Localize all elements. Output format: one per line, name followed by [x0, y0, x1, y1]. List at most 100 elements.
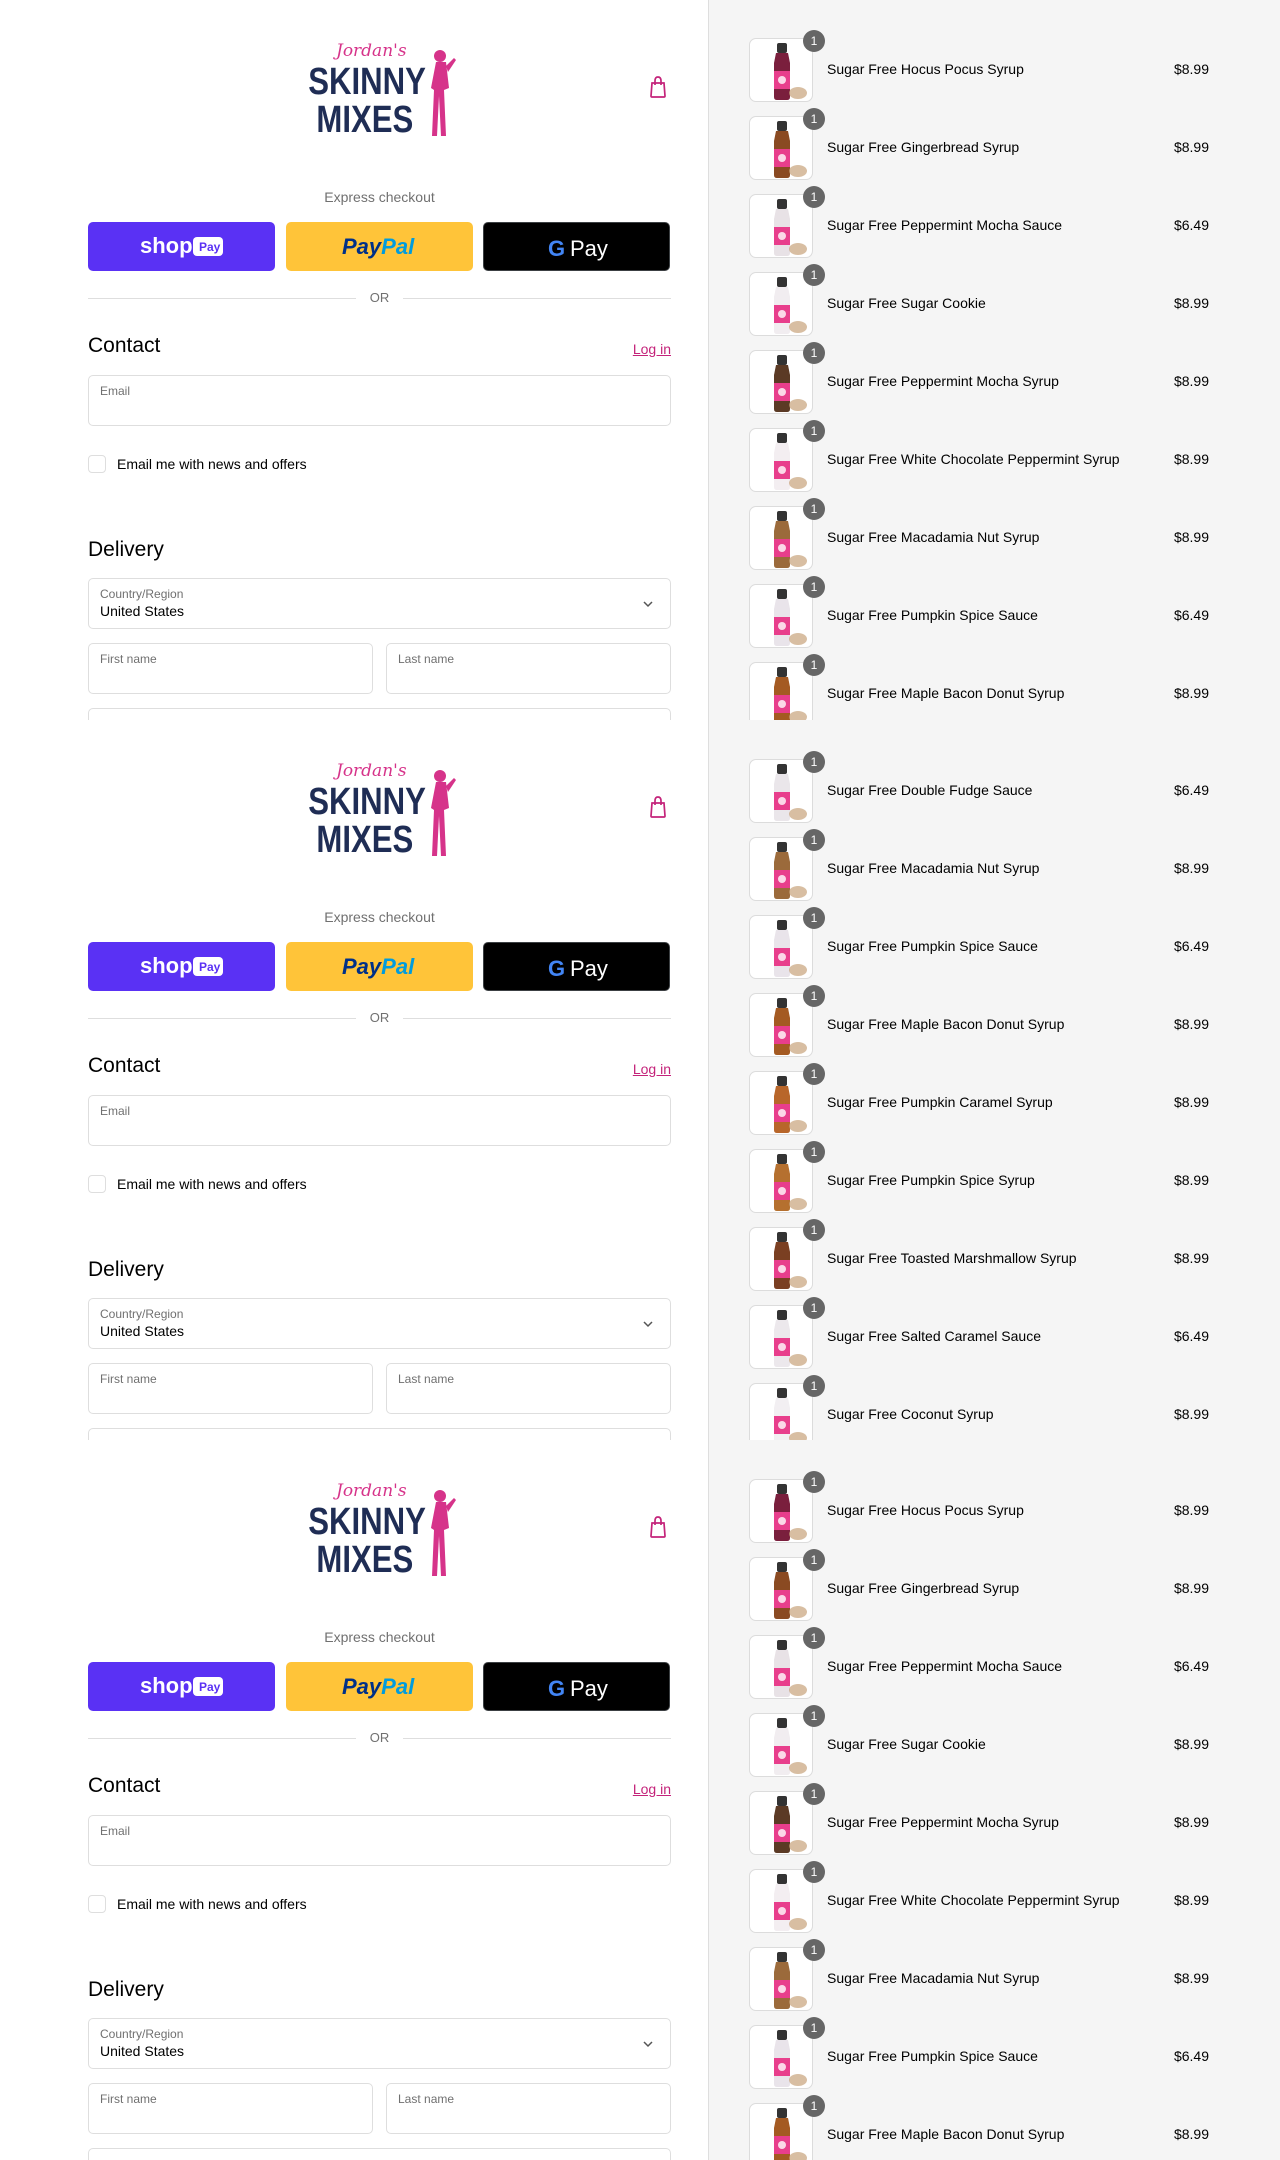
order-summary: 1 Sugar Free Hocus Pocus Syrup $8.99 1 S…	[708, 1440, 1280, 2160]
chevron-down-icon	[643, 2041, 653, 2048]
last-name-field[interactable]: Last name	[386, 1363, 671, 1414]
login-link[interactable]: Log in	[620, 341, 671, 357]
order-line-item: 1 Sugar Free Coconut Syrup $8.99	[749, 1375, 1209, 1440]
login-link[interactable]: Log in	[620, 1781, 671, 1797]
syrup-bottle-icon	[774, 121, 807, 178]
svg-text:G: G	[548, 1676, 565, 1701]
product-name: Sugar Free Toasted Marshmallow Syrup	[827, 1250, 1077, 1266]
svg-text:Pay: Pay	[570, 236, 608, 261]
country-select[interactable]: Country/Region United States	[88, 2018, 671, 2069]
syrup-bottle-icon	[774, 1640, 807, 1697]
first-name-field[interactable]: First name	[88, 2083, 373, 2134]
address-field[interactable]	[88, 1428, 671, 1440]
svg-text:Jordan's: Jordan's	[333, 1481, 407, 1501]
quantity-badge: 1	[803, 829, 825, 851]
product-price: $8.99	[1173, 1970, 1209, 1986]
svg-text:SKINNY: SKINNY	[308, 1501, 426, 1543]
newsletter-checkbox[interactable]	[88, 1175, 106, 1193]
syrup-bottle-icon	[774, 1718, 807, 1775]
newsletter-checkbox[interactable]	[88, 1895, 106, 1913]
svg-text:shop: shop	[140, 1673, 193, 1698]
order-line-item: 1 Sugar Free Maple Bacon Donut Syrup $8.…	[749, 985, 1209, 1063]
syrup-bottle-icon	[774, 1310, 807, 1367]
product-price: $6.49	[1173, 782, 1209, 798]
or-divider-label: OR	[369, 1010, 390, 1025]
product-thumbnail	[749, 1869, 813, 1933]
order-line-item: 1 Sugar Free Maple Bacon Donut Syrup $8.…	[749, 654, 1209, 720]
quantity-badge: 1	[803, 2017, 825, 2039]
skinny-mixes-logo[interactable]: Jordan's SKINNY MIXES	[300, 1476, 460, 1581]
country-select[interactable]: Country/Region United States	[88, 1298, 671, 1349]
order-line-item: 1 Sugar Free White Chocolate Peppermint …	[749, 1861, 1209, 1939]
svg-text:Pay: Pay	[570, 956, 608, 981]
shop-pay-button[interactable]: shop Pay	[88, 942, 275, 991]
last-name-label: Last name	[398, 652, 455, 666]
product-name: Sugar Free Maple Bacon Donut Syrup	[827, 1016, 1065, 1032]
svg-text:MIXES: MIXES	[316, 819, 413, 861]
syrup-bottle-icon	[774, 842, 807, 899]
syrup-bottle-icon	[774, 2030, 807, 2087]
product-name: Sugar Free Sugar Cookie	[827, 295, 986, 311]
product-thumbnail	[749, 2103, 813, 2160]
product-price: $6.49	[1173, 938, 1209, 954]
order-line-item: 1 Sugar Free Peppermint Mocha Sauce $6.4…	[749, 1627, 1209, 1705]
syrup-bottle-icon	[774, 920, 807, 977]
newsletter-option[interactable]: Email me with news and offers	[88, 1174, 488, 1194]
paypal-button[interactable]: PayPal	[286, 222, 473, 271]
checkout-screen-segment: Jordan's SKINNY MIXES Express checkout s…	[0, 720, 1280, 1440]
syrup-bottle-icon	[774, 667, 807, 720]
cart-bag-icon[interactable]	[648, 75, 668, 99]
first-name-field[interactable]: First name	[88, 643, 373, 694]
product-thumbnail	[749, 1947, 813, 2011]
paypal-button[interactable]: PayPal	[286, 942, 473, 991]
last-name-field[interactable]: Last name	[386, 2083, 671, 2134]
product-price: $6.49	[1173, 1328, 1209, 1344]
order-line-item: 1 Sugar Free Hocus Pocus Syrup $8.99	[749, 1471, 1209, 1549]
last-name-field[interactable]: Last name	[386, 643, 671, 694]
skinny-mixes-logo[interactable]: Jordan's SKINNY MIXES	[300, 756, 460, 861]
product-thumbnail	[749, 1383, 813, 1440]
newsletter-option[interactable]: Email me with news and offers	[88, 454, 488, 474]
google-pay-button[interactable]: G Pay	[483, 222, 670, 271]
product-price: $8.99	[1173, 1580, 1209, 1596]
product-thumbnail	[749, 1479, 813, 1543]
first-name-field[interactable]: First name	[88, 1363, 373, 1414]
svg-text:shop: shop	[140, 233, 193, 258]
address-field[interactable]	[88, 2148, 671, 2160]
product-thumbnail	[749, 428, 813, 492]
country-select[interactable]: Country/Region United States	[88, 578, 671, 629]
google-pay-button[interactable]: G Pay	[483, 942, 670, 991]
product-thumbnail	[749, 662, 813, 720]
order-line-item: 1 Sugar Free Gingerbread Syrup $8.99	[749, 1549, 1209, 1627]
google-pay-button[interactable]: G Pay	[483, 1662, 670, 1711]
skinny-mixes-logo[interactable]: Jordan's SKINNY MIXES	[300, 36, 460, 141]
address-field[interactable]	[88, 708, 671, 720]
order-line-item: 1 Sugar Free Pumpkin Spice Sauce $6.49	[749, 2017, 1209, 2095]
svg-text:G: G	[548, 956, 565, 981]
shop-pay-button[interactable]: shop Pay	[88, 1662, 275, 1711]
product-thumbnail	[749, 1557, 813, 1621]
product-price: $8.99	[1173, 451, 1209, 467]
syrup-bottle-icon	[774, 43, 807, 100]
login-link[interactable]: Log in	[620, 1061, 671, 1077]
newsletter-option[interactable]: Email me with news and offers	[88, 1894, 488, 1914]
email-field-label: Email	[100, 384, 131, 398]
email-field[interactable]: Email	[88, 1815, 671, 1866]
cart-bag-icon[interactable]	[648, 795, 668, 819]
email-field[interactable]: Email	[88, 375, 671, 426]
product-name: Sugar Free Maple Bacon Donut Syrup	[827, 2126, 1065, 2142]
quantity-badge: 1	[803, 108, 825, 130]
order-summary: 1 Sugar Free Hocus Pocus Syrup $8.99 1 S…	[708, 0, 1280, 720]
syrup-bottle-icon	[774, 2108, 807, 2160]
email-field[interactable]: Email	[88, 1095, 671, 1146]
shop-pay-button[interactable]: shop Pay	[88, 222, 275, 271]
paypal-button[interactable]: PayPal	[286, 1662, 473, 1711]
quantity-badge: 1	[803, 1549, 825, 1571]
cart-bag-icon[interactable]	[648, 1515, 668, 1539]
newsletter-checkbox[interactable]	[88, 455, 106, 473]
product-price: $8.99	[1173, 529, 1209, 545]
product-thumbnail	[749, 1149, 813, 1213]
quantity-badge: 1	[803, 2095, 825, 2117]
checkout-form: Jordan's SKINNY MIXES Express checkout s…	[0, 720, 708, 1440]
product-name: Sugar Free Macadamia Nut Syrup	[827, 860, 1040, 876]
